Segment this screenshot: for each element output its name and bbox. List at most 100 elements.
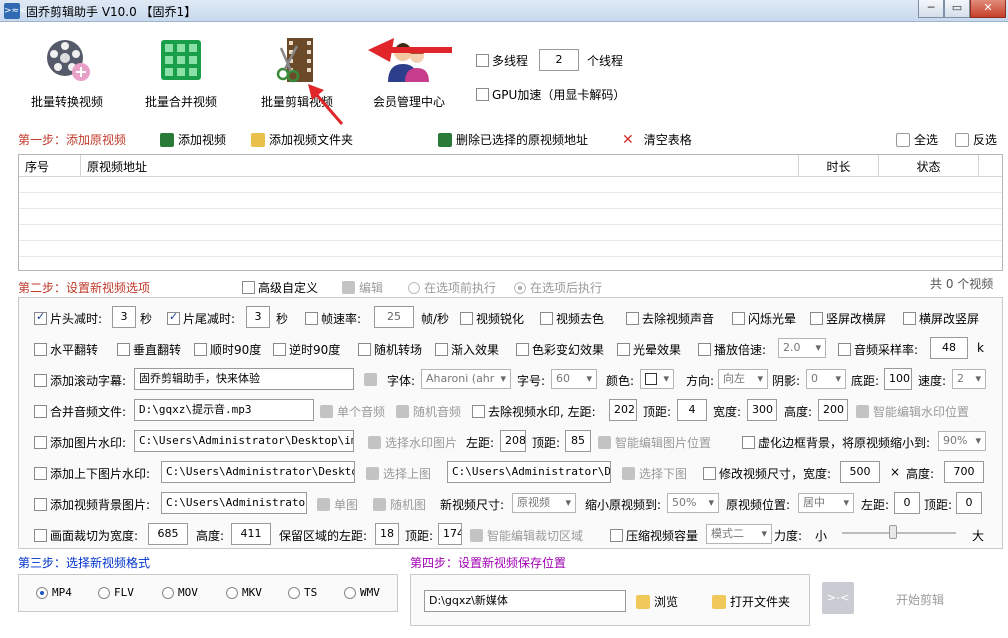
col-path[interactable]: 原视频地址 <box>81 155 799 177</box>
crop-width-input[interactable]: 685 <box>148 523 188 545</box>
wm-height-input[interactable]: 200 <box>818 399 848 421</box>
format-radio-ts[interactable]: TS <box>288 586 317 599</box>
resize-checkbox[interactable]: 修改视频尺寸，宽度: <box>703 465 831 482</box>
choose-watermark-image-button[interactable]: 选择水印图片 <box>368 434 457 451</box>
shrink-select[interactable]: 50% <box>667 493 719 513</box>
crop-checkbox[interactable]: 画面裁切为宽度: <box>34 527 138 544</box>
crop-top-input[interactable]: 174 <box>438 523 462 545</box>
crop-height-input[interactable]: 411 <box>231 523 271 545</box>
scroll-subtitle-checkbox[interactable]: 添加滚动字幕: <box>34 372 126 389</box>
fps-input[interactable]: 25 <box>374 306 414 328</box>
h2v-checkbox[interactable]: 横屏改竖屏 <box>903 310 979 327</box>
color-change-checkbox[interactable]: 色彩变幻效果 <box>516 341 604 358</box>
bottom-image-path[interactable]: C:\Users\Administrator\Desk <box>447 461 611 483</box>
img-left-input[interactable]: 208 <box>500 430 526 452</box>
video-table[interactable]: 序号 原视频地址 时长 状态 <box>18 154 1003 271</box>
image-watermark-checkbox[interactable]: 添加图片水印: <box>34 434 126 451</box>
maximize-button[interactable]: ▭ <box>944 0 970 18</box>
browse-button[interactable]: 浏览 <box>636 593 678 610</box>
decolor-checkbox[interactable]: 视频去色 <box>540 310 604 327</box>
tail-cut-checkbox[interactable]: 片尾减时: <box>167 310 235 327</box>
compress-checkbox[interactable]: 压缩视频容量 <box>610 527 698 544</box>
col-duration[interactable]: 时长 <box>799 155 879 177</box>
merge-audio-checkbox[interactable]: 合并音频文件: <box>34 403 126 420</box>
samplerate-input[interactable]: 48 <box>930 337 968 359</box>
remove-watermark-checkbox[interactable]: 去除视频水印, 左距: <box>472 403 596 420</box>
size-select[interactable]: 60 <box>551 369 597 389</box>
format-radio-mkv[interactable]: MKV <box>226 586 262 599</box>
smart-crop-button[interactable]: 智能编辑裁切区域 <box>470 527 583 544</box>
speed-select[interactable]: 2.0 <box>778 338 826 358</box>
blur-border-checkbox[interactable]: 虚化边框背景，将原视频缩小到: <box>742 434 930 451</box>
col-index[interactable]: 序号 <box>19 155 81 177</box>
add-folder-button[interactable]: 添加视频文件夹 <box>251 131 353 148</box>
rot90-checkbox[interactable]: 顺时90度 <box>194 341 261 358</box>
top-bottom-image-checkbox[interactable]: 添加上下图片水印: <box>34 465 150 482</box>
start-edit-button[interactable]: 开始剪辑 <box>896 591 944 608</box>
choose-top-image-button[interactable]: 选择上图 <box>366 465 431 482</box>
batch-merge-tool[interactable]: 批量合并视频 <box>126 36 236 110</box>
delete-selected-button[interactable]: 删除已选择的原视频地址 <box>438 131 588 148</box>
select-all-button[interactable]: 全选 <box>896 131 938 148</box>
format-radio-wmv[interactable]: WMV <box>344 586 380 599</box>
sharpen-checkbox[interactable]: 视频锐化 <box>460 310 524 327</box>
samplerate-checkbox[interactable]: 音频采样率: <box>838 341 918 358</box>
single-audio-button[interactable]: 单个音频 <box>320 403 385 420</box>
minimize-button[interactable]: ─ <box>918 0 944 18</box>
vflip-checkbox[interactable]: 垂直翻转 <box>117 341 181 358</box>
edit-button[interactable]: 编辑 <box>342 279 383 296</box>
after-radio[interactable]: 在选项后执行 <box>514 279 602 296</box>
crop-left-input[interactable]: 18 <box>375 523 399 545</box>
gpu-checkbox[interactable]: GPU加速（用显卡解码） <box>476 86 625 103</box>
color-picker[interactable] <box>640 369 674 389</box>
hflip-checkbox[interactable]: 水平翻转 <box>34 341 98 358</box>
tail-cut-input[interactable]: 3 <box>246 306 270 328</box>
format-radio-mov[interactable]: MOV <box>162 586 198 599</box>
before-radio[interactable]: 在选项前执行 <box>408 279 496 296</box>
v2h-checkbox[interactable]: 竖屏改横屏 <box>810 310 886 327</box>
format-radio-flv[interactable]: FLV <box>98 586 134 599</box>
save-path-input[interactable]: D:\gqxz\新媒体 <box>424 590 626 612</box>
top-image-path[interactable]: C:\Users\Administrator\Desktop\i <box>161 461 355 483</box>
advanced-checkbox[interactable]: 高级自定义 <box>242 279 318 296</box>
choose-bottom-image-button[interactable]: 选择下图 <box>622 465 687 482</box>
position-select[interactable]: 居中 <box>798 493 854 513</box>
format-radio-mp4[interactable]: MP4 <box>36 586 72 599</box>
bottom-input[interactable]: 100 <box>884 368 912 390</box>
strength-slider-track[interactable] <box>842 532 956 534</box>
batch-convert-tool[interactable]: 批量转换视频 <box>12 36 122 110</box>
speed-checkbox[interactable]: 播放倍速: <box>698 341 766 358</box>
wm-top-input[interactable]: 4 <box>677 399 707 421</box>
bg-top-input[interactable]: 0 <box>956 492 982 514</box>
random-transition-checkbox[interactable]: 随机转场 <box>358 341 422 358</box>
multithread-checkbox[interactable]: 多线程 <box>476 52 528 69</box>
open-folder-button[interactable]: 打开文件夹 <box>712 593 790 610</box>
thread-count-input[interactable]: 2 <box>539 49 579 71</box>
col-status[interactable]: 状态 <box>879 155 979 177</box>
new-size-select[interactable]: 原视频 <box>512 493 576 513</box>
random-audio-button[interactable]: 随机音频 <box>396 403 461 420</box>
add-video-button[interactable]: 添加视频 <box>160 131 226 148</box>
compress-mode-select[interactable]: 模式二 <box>706 524 772 544</box>
start-edit-icon[interactable]: >-< <box>822 582 854 614</box>
scroll-speed-select[interactable]: 2 <box>952 369 986 389</box>
image-watermark-path[interactable]: C:\Users\Administrator\Desktop\img-q <box>134 430 354 452</box>
resize-width-input[interactable]: 500 <box>840 461 880 483</box>
wm-left-input[interactable]: 202 <box>609 399 637 421</box>
resize-height-input[interactable]: 700 <box>944 461 984 483</box>
flash-checkbox[interactable]: 闪烁光晕 <box>732 310 796 327</box>
close-button[interactable]: ✕ <box>970 0 1006 18</box>
clear-table-button[interactable]: ✕ 清空表格 <box>622 131 692 148</box>
random-image-button[interactable]: 随机图 <box>373 496 426 513</box>
img-top-input[interactable]: 85 <box>565 430 591 452</box>
head-cut-input[interactable]: 3 <box>112 306 136 328</box>
font-select[interactable]: Aharoni (ahr <box>421 369 511 389</box>
glow-checkbox[interactable]: 光晕效果 <box>617 341 681 358</box>
rot-ccw90-checkbox[interactable]: 逆时90度 <box>273 341 340 358</box>
mute-checkbox[interactable]: 去除视频声音 <box>626 310 714 327</box>
scroll-subtitle-input[interactable]: 固乔剪辑助手，快来体验 <box>134 368 354 390</box>
fps-checkbox[interactable]: 帧速率: <box>305 310 361 327</box>
smart-image-position-button[interactable]: 智能编辑图片位置 <box>598 434 711 451</box>
direction-select[interactable]: 向左 <box>718 369 768 389</box>
background-image-path[interactable]: C:\Users\Administrator\D <box>161 492 307 514</box>
